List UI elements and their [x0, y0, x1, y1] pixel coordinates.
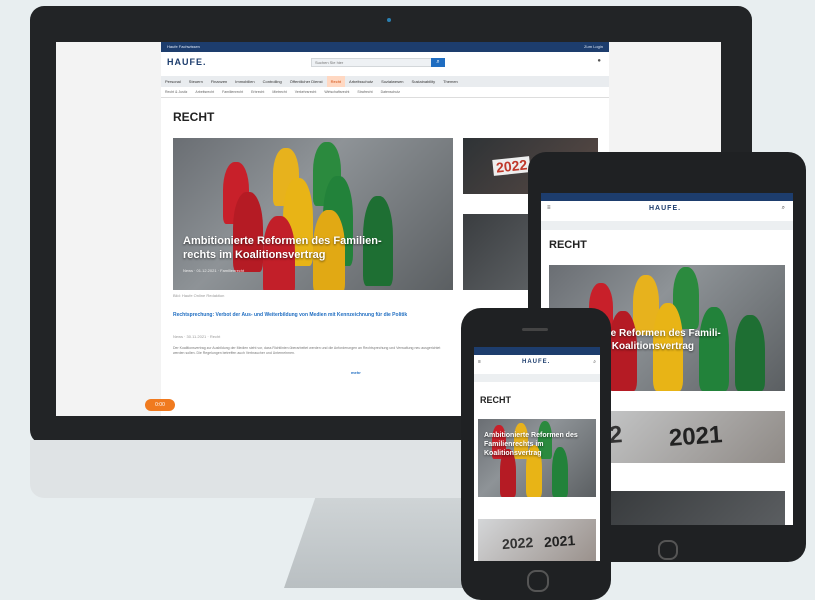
page-title: RECHT — [480, 395, 511, 405]
menu-icon[interactable]: ≡ — [478, 359, 481, 365]
subnav-item[interactable]: Familienrecht — [218, 87, 247, 97]
subnav-item[interactable]: Datenschutz — [377, 87, 404, 97]
top-bar: Haufe Fachwissen Zum Login — [161, 42, 609, 52]
tablet-subnav — [541, 221, 793, 230]
search-icon: ⌕ — [436, 59, 440, 65]
phone-speaker — [522, 328, 548, 331]
main-nav: Personal Steuern Finanzen Immobilien Control… — [161, 76, 609, 87]
webcam-icon — [387, 18, 391, 22]
year-text: 2021 — [668, 421, 724, 452]
more-link[interactable]: mehr — [351, 370, 361, 375]
topbar-left-link[interactable]: Haufe Fachwissen — [167, 42, 200, 52]
page-title: RECHT — [173, 110, 215, 124]
nav-item[interactable]: Themen — [439, 76, 462, 87]
haufe-logo[interactable]: HAUFE. — [522, 359, 550, 365]
subnav-item[interactable]: Verkehrsrecht — [291, 87, 321, 97]
hero-headline[interactable]: Ambitionierte Reformen des Familien- rec… — [183, 234, 382, 262]
nav-item[interactable]: Controlling — [259, 76, 286, 87]
tablet-topbar — [541, 193, 793, 201]
page-title: RECHT — [549, 239, 587, 251]
nav-item[interactable]: Immobilien — [231, 76, 258, 87]
phone-home-button[interactable] — [527, 570, 549, 592]
haufe-logo[interactable]: HAUFE. — [167, 57, 207, 67]
phone-topbar — [474, 347, 600, 355]
phone-thumbnail[interactable]: 2022 2021 — [478, 519, 596, 561]
tablet-home-button[interactable] — [658, 540, 678, 560]
hero-image[interactable]: Ambitionierte Reformen des Familien- rec… — [173, 138, 453, 290]
hero-caption: Bild: Haufe Online Redaktion — [173, 293, 225, 298]
subnav-item[interactable]: Strafrecht — [353, 87, 376, 97]
article-meta: News · 30.11.2021 · Recht — [173, 334, 221, 339]
subnav-item[interactable]: Mietrecht — [268, 87, 290, 97]
year-text: 2021 — [543, 531, 576, 551]
subnav-item[interactable]: Recht & Justiz — [161, 87, 191, 97]
hero-meta: News · 01.12.2021 · Familienrecht — [183, 268, 245, 273]
subnav-item[interactable]: Erbrecht — [247, 87, 268, 97]
nav-item[interactable]: Steuern — [185, 76, 207, 87]
subnav-item[interactable]: Arbeitsrecht — [191, 87, 218, 97]
nav-item[interactable]: Sozialwesen — [377, 76, 407, 87]
article-title-link[interactable]: Rechtsprechung: Verbot der Aus- und Weit… — [173, 312, 443, 319]
phone-subnav — [474, 374, 600, 382]
article-teaser: Der Koalitionsvertrag zur Ausbildung der… — [173, 346, 441, 355]
search-button[interactable]: ⌕ — [431, 58, 445, 67]
sub-nav: Recht & Justiz Arbeitsrecht Familienrecht E… — [161, 87, 609, 98]
login-link[interactable]: Zum Login — [584, 42, 603, 52]
haufe-logo[interactable]: HAUFE. — [649, 205, 681, 212]
phone-hero-headline[interactable]: Ambitionierte Reformen des Familienrecht… — [484, 431, 584, 458]
thumb-year-a: 2022 — [492, 156, 531, 176]
nav-item-active[interactable]: Recht — [326, 76, 346, 87]
nav-item[interactable]: Sustainability — [408, 76, 440, 87]
search-input[interactable] — [311, 58, 434, 67]
phone-hero-image[interactable]: Ambitionierte Reformen des Familienrecht… — [478, 419, 596, 497]
nav-item[interactable]: Personal — [161, 76, 185, 87]
search-icon[interactable]: ⌕ — [593, 359, 596, 365]
search-icon[interactable]: ⌕ — [782, 205, 785, 212]
nav-item[interactable]: Öffentlicher Dienst — [286, 76, 327, 87]
orange-badge[interactable]: 0:00 — [145, 399, 175, 411]
phone-screen: ≡ HAUFE. ⌕ RECHT Ambitionierte Reformen … — [474, 347, 600, 561]
subnav-item[interactable]: Wirtschaftsrecht — [320, 87, 353, 97]
user-icon[interactable]: ● — [597, 58, 601, 64]
menu-icon[interactable]: ≡ — [547, 205, 551, 211]
nav-item[interactable]: Arbeitsschutz — [345, 76, 377, 87]
nav-item[interactable]: Finanzen — [207, 76, 231, 87]
year-text: 2022 — [501, 533, 534, 553]
